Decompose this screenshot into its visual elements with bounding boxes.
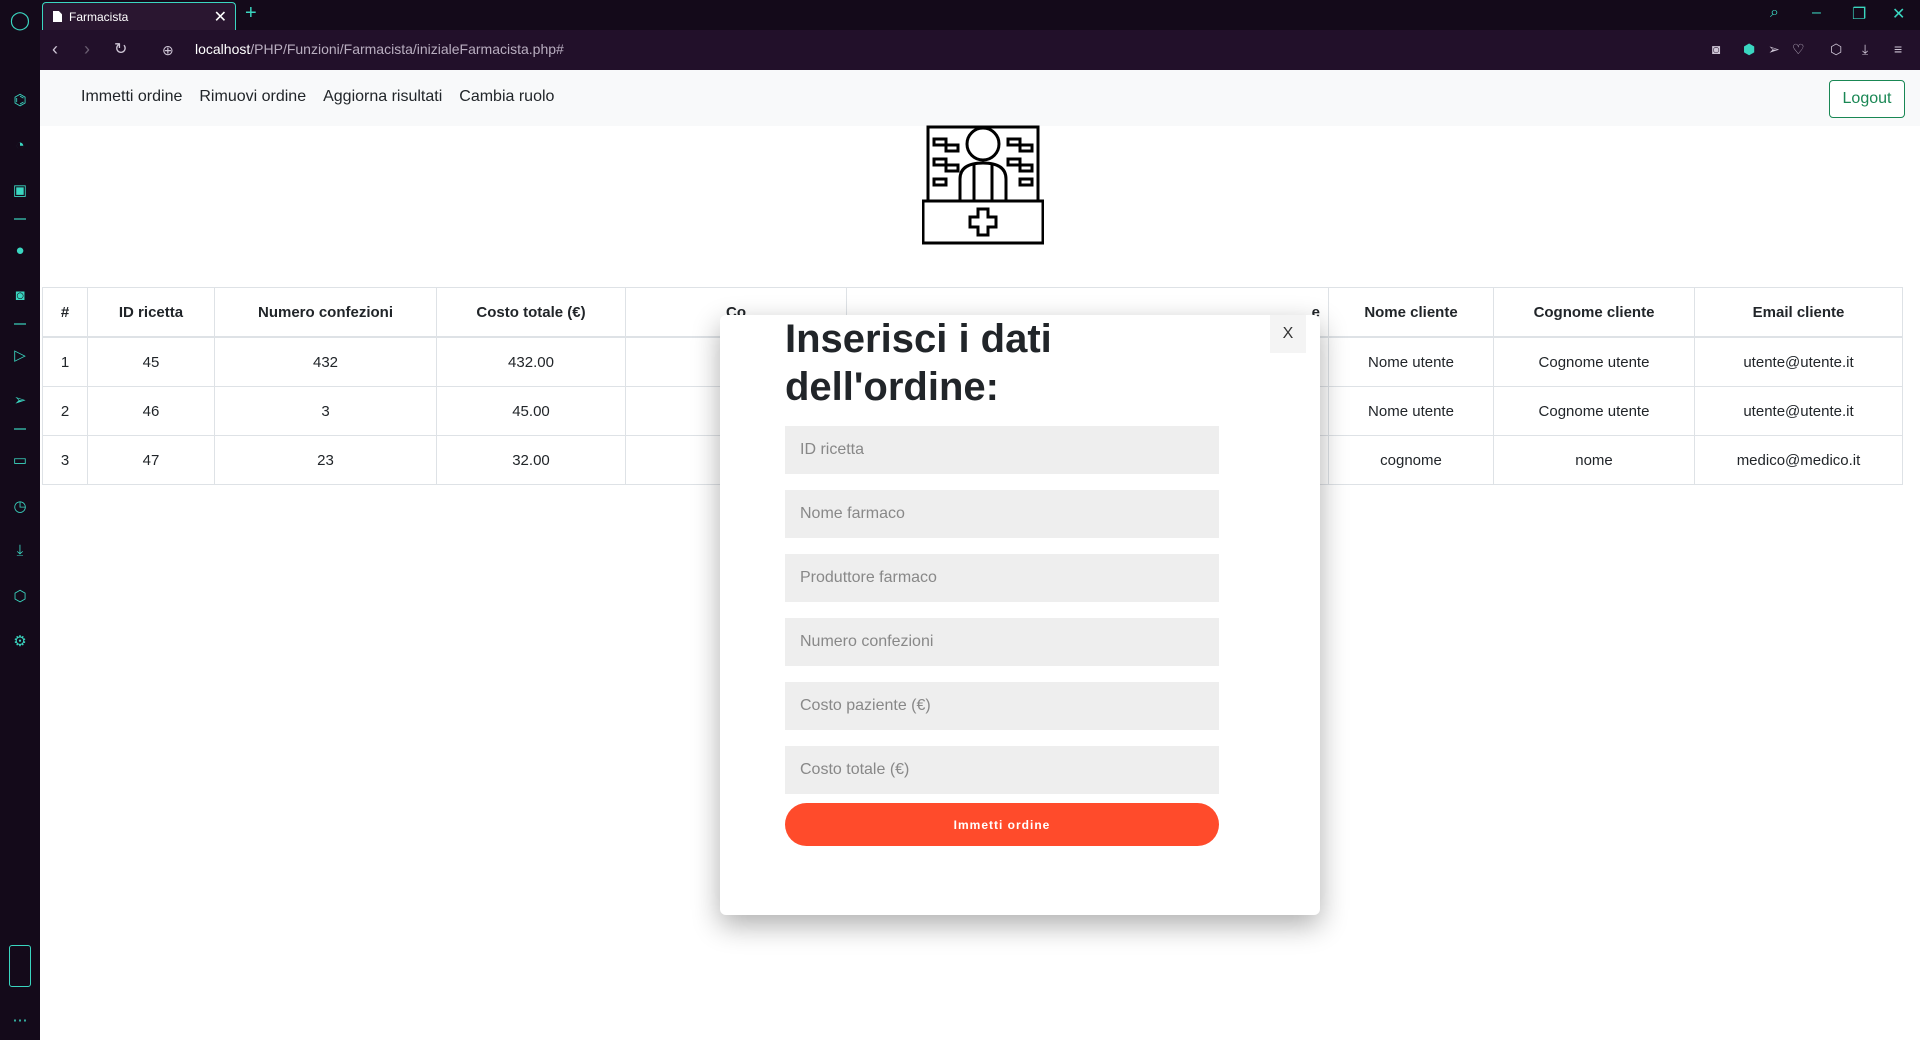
reload-icon[interactable]: ↻: [114, 39, 127, 59]
table-cell: 45.00: [436, 386, 626, 436]
costo-totale-input[interactable]: [785, 746, 1219, 794]
table-cell: Cognome utente: [1493, 386, 1695, 436]
table-cell: cognome: [1328, 435, 1494, 485]
send-icon[interactable]: ➢: [1768, 41, 1780, 58]
player-icon[interactable]: ▷: [8, 343, 32, 367]
column-header: Nome cliente: [1328, 287, 1494, 338]
table-cell: Nome utente: [1328, 336, 1494, 387]
instagram-icon[interactable]: ◙: [8, 283, 32, 307]
tab-title: Farmacista: [69, 9, 129, 24]
order-modal: Inserisci i dati dell'ordine: X Immetti …: [720, 315, 1320, 915]
table-cell: 45: [87, 336, 215, 387]
costo-paziente-input[interactable]: [785, 682, 1219, 730]
table-cell: 3: [214, 386, 437, 436]
table-cell: 2: [42, 386, 88, 436]
table-cell: utente@utente.it: [1694, 336, 1903, 387]
workspace-icon[interactable]: [9, 945, 31, 987]
table-cell: 46: [87, 386, 215, 436]
settings-gear-icon[interactable]: ⚙: [8, 629, 32, 653]
download-icon[interactable]: ⤓: [1862, 41, 1868, 58]
table-cell: 47: [87, 435, 215, 485]
download-icon[interactable]: ⤓: [8, 538, 32, 562]
nav-link-rimuovi-ordine[interactable]: Rimuovi ordine: [199, 88, 306, 106]
new-tab-icon[interactable]: +: [245, 2, 257, 25]
forward-icon[interactable]: ›: [84, 39, 90, 60]
column-header: Email cliente: [1694, 287, 1903, 338]
navbar: Immetti ordine Rimuovi ordine Aggiorna r…: [40, 70, 1920, 126]
whatsapp-icon[interactable]: ●: [8, 238, 32, 262]
bag-icon[interactable]: ▣: [8, 178, 32, 202]
table-cell: 432.00: [436, 336, 626, 387]
restore-icon[interactable]: ❐: [1852, 4, 1866, 24]
table-cell: 1: [42, 336, 88, 387]
column-header: Numero confezioni: [214, 287, 437, 338]
snapshot-icon[interactable]: ◙: [1712, 41, 1720, 57]
nav-link-immetti-ordine[interactable]: Immetti ordine: [81, 88, 182, 106]
table-cell: medico@medico.it: [1694, 435, 1903, 485]
opera-logo-icon[interactable]: ◯: [8, 8, 32, 32]
table-cell: nome: [1493, 435, 1695, 485]
shield-icon[interactable]: ⬢: [1743, 41, 1755, 58]
produttore-farmaco-input[interactable]: [785, 554, 1219, 602]
search-tabs-icon[interactable]: ⌕: [1770, 4, 1779, 22]
column-header: #: [42, 287, 88, 338]
heart-icon[interactable]: ♡: [1792, 41, 1805, 58]
modal-title: Inserisci i dati dell'ordine:: [785, 317, 1052, 409]
close-modal-button[interactable]: X: [1270, 315, 1306, 353]
send-icon[interactable]: ➢: [8, 388, 32, 412]
chat-icon[interactable]: ▭: [8, 448, 32, 472]
tab-bar: Farmacista ✕ + ⌕ – ❐ ✕: [40, 0, 1920, 30]
cube-icon[interactable]: ⬡: [8, 584, 32, 608]
sidebar-divider: [14, 428, 26, 430]
table-cell: utente@utente.it: [1694, 386, 1903, 436]
column-header: Cognome cliente: [1493, 287, 1695, 338]
table-cell: 3: [42, 435, 88, 485]
close-tab-icon[interactable]: ✕: [214, 7, 227, 27]
web-page: Immetti ordine Rimuovi ordine Aggiorna r…: [40, 70, 1920, 1040]
gamepad-icon[interactable]: ⌬: [8, 88, 32, 112]
nome-farmaco-input[interactable]: [785, 490, 1219, 538]
logout-button[interactable]: Logout: [1829, 80, 1905, 118]
table-cell: 23: [214, 435, 437, 485]
table-cell: Cognome utente: [1493, 336, 1695, 387]
close-window-icon[interactable]: ✕: [1892, 4, 1905, 24]
address-bar: ‹ › ↻ ⊕ localhost/PHP/Funzioni/Farmacist…: [40, 30, 1920, 70]
url-path: /PHP/Funzioni/Farmacista/inizialeFarmaci…: [250, 41, 564, 57]
speedometer-icon[interactable]: ◔: [8, 133, 32, 157]
table-cell: 32.00: [436, 435, 626, 485]
column-header: Costo totale (€): [436, 287, 626, 338]
site-info-icon[interactable]: ⊕: [162, 42, 174, 59]
url-host: localhost: [195, 41, 251, 57]
more-options-icon[interactable]: ⋯: [8, 1008, 32, 1032]
page-icon: [53, 11, 62, 22]
nav-link-cambia-ruolo[interactable]: Cambia ruolo: [459, 88, 554, 106]
immetti-ordine-button[interactable]: Immetti ordine: [785, 803, 1219, 846]
minimize-icon[interactable]: –: [1812, 4, 1821, 22]
back-icon[interactable]: ‹: [52, 39, 58, 60]
cube-icon[interactable]: ⬡: [1830, 41, 1842, 58]
sidebar-divider: [14, 323, 26, 325]
browser-tab[interactable]: Farmacista ✕: [42, 2, 236, 30]
id-ricetta-input[interactable]: [785, 426, 1219, 474]
numero-confezioni-input[interactable]: [785, 618, 1219, 666]
column-header: ID ricetta: [87, 287, 215, 338]
menu-icon[interactable]: ≡: [1894, 41, 1902, 57]
table-cell: Nome utente: [1328, 386, 1494, 436]
pharmacist-logo-icon: [922, 125, 1044, 245]
nav-links: Immetti ordine Rimuovi ordine Aggiorna r…: [81, 88, 554, 106]
url-field[interactable]: localhost/PHP/Funzioni/Farmacista/inizia…: [195, 41, 564, 57]
browser-sidebar: ◯ ⌬ ◔ ▣ ● ◙ ▷ ➢ ▭ ◷ ⤓ ⬡ ⚙ ⋯: [0, 0, 40, 1040]
table-cell: 432: [214, 336, 437, 387]
sidebar-divider: [14, 218, 26, 220]
nav-link-aggiorna-risultati[interactable]: Aggiorna risultati: [323, 88, 442, 106]
history-icon[interactable]: ◷: [8, 494, 32, 518]
